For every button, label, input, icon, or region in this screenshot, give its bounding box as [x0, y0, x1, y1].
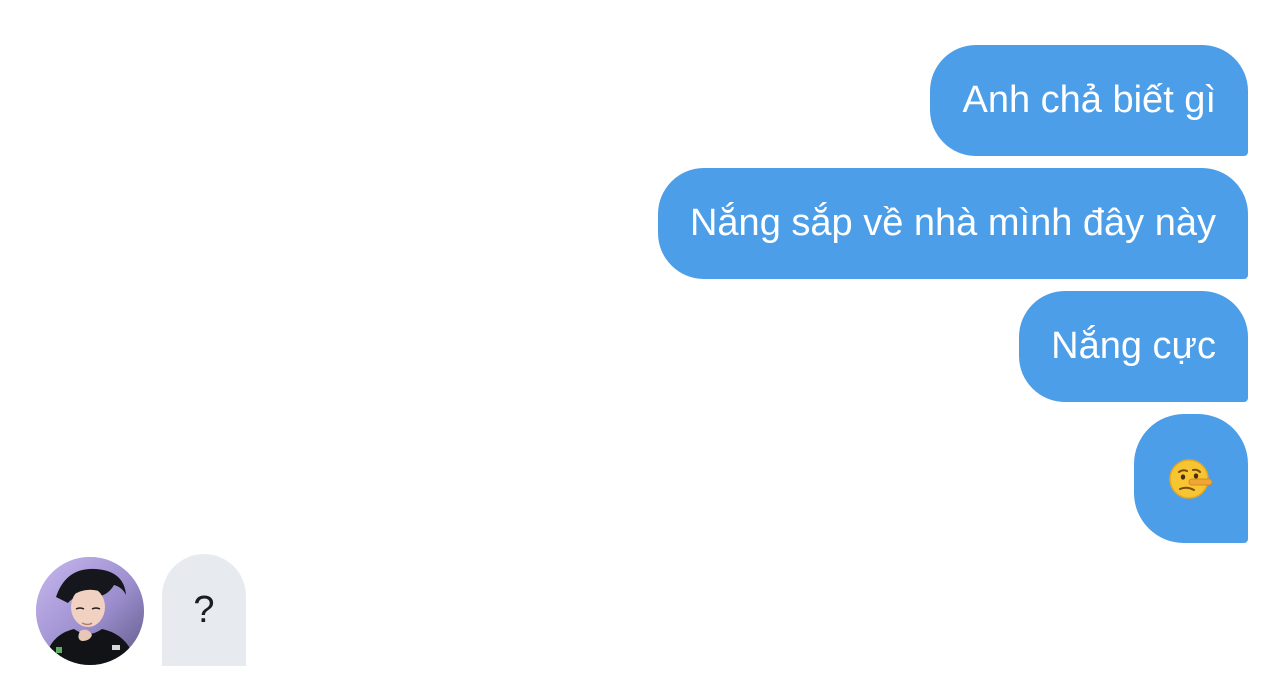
message-text: Nắng sắp về nhà mình đây này: [689, 202, 1216, 244]
sent-message-bubble[interactable]: Anh chả biết gì: [930, 45, 1248, 156]
sent-emoji-bubble[interactable]: [1134, 414, 1248, 543]
message-text: Nắng cực: [1051, 325, 1216, 367]
sent-message-bubble[interactable]: Nắng sắp về nhà mình đây này: [657, 168, 1248, 279]
message-text: ?: [193, 588, 215, 631]
contact-avatar[interactable]: [36, 557, 144, 665]
message-text: Anh chả biết gì: [962, 79, 1216, 121]
lying-face-emoji-icon: [1169, 458, 1213, 499]
received-message-bubble[interactable]: ?: [162, 554, 246, 666]
avatar-photo: [36, 557, 144, 665]
sent-message-bubble[interactable]: Nắng cực: [1019, 291, 1248, 402]
